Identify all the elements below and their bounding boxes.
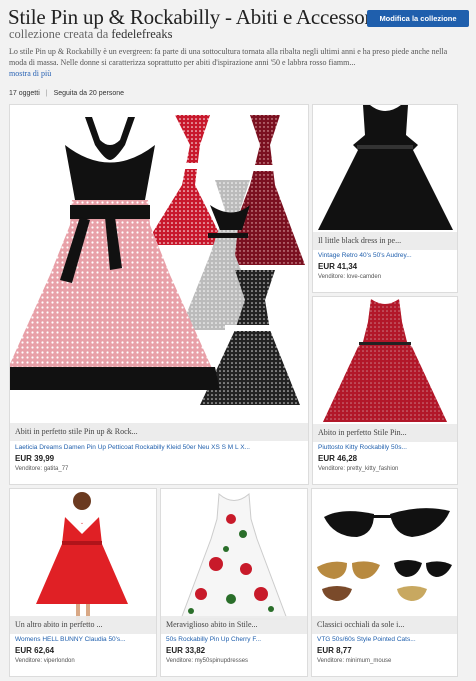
item-title-link[interactable]: Vintage Retro 40's 50's Audrey... — [318, 252, 452, 259]
item-seller: Venditore: pretty_kitty_fashion — [318, 466, 399, 472]
item-seller: Venditore: my50spinupdresses — [166, 658, 249, 664]
item-title-link[interactable]: Piuttosto Kitty Rockabilly 50s... — [318, 444, 452, 451]
item-image[interactable]: Abito in perfetto Stile Pin... — [313, 297, 457, 442]
item-image[interactable]: Il little black dress in pe... — [313, 105, 457, 250]
item-price: EUR 41,34 — [318, 262, 358, 271]
item-image[interactable]: Classici occhiali da sole i... — [312, 489, 457, 634]
item-caption: Abiti in perfetto stile Pin up & Rock... — [10, 423, 308, 441]
item-seller: Venditore: viperlondon — [15, 658, 75, 664]
edit-collection-button[interactable]: Modifica la collezione — [367, 10, 469, 27]
collection-subtitle: collezione creata da fedelefreaks — [9, 27, 172, 42]
collection-header: Stile Pin up & Rockabilly - Abiti e Acce… — [0, 0, 476, 110]
description-text: Lo stile Pin up & Rockabilly è un evergr… — [9, 47, 448, 67]
collection-description: Lo stile Pin up & Rockabilly è un evergr… — [9, 46, 464, 79]
item-image[interactable]: Meraviglioso abito in Stile... — [161, 489, 307, 634]
item-price: EUR 33,82 — [166, 646, 206, 655]
item-title-link[interactable]: Womens HELL BUNNY Claudia 50's... — [15, 636, 151, 643]
item-card[interactable]: Classici occhiali da sole i... VTG 50s/6… — [311, 488, 458, 677]
items-count: 17 oggetti — [9, 90, 40, 97]
item-price: EUR 39,99 — [15, 454, 55, 463]
item-card[interactable]: Meraviglioso abito in Stile... 50s Rocka… — [160, 488, 308, 677]
followers-count[interactable]: Seguita da 20 persone — [54, 90, 124, 97]
item-card[interactable]: Il little black dress in pe... Vintage R… — [312, 104, 458, 293]
item-title-link[interactable]: 50s Rockabilly Pin Up Cherry F... — [166, 636, 302, 643]
item-card[interactable]: Un altro abito in perfetto ... Womens HE… — [9, 488, 157, 677]
item-price: EUR 46,28 — [318, 454, 358, 463]
item-image[interactable]: Un altro abito in perfetto ... — [10, 489, 156, 634]
item-title-link[interactable]: Laeticia Dreams Damen Pin Up Petticoat R… — [15, 444, 303, 451]
item-price: EUR 8,77 — [317, 646, 352, 655]
item-card[interactable]: Abito in perfetto Stile Pin... Piuttosto… — [312, 296, 458, 485]
item-price: EUR 62,64 — [15, 646, 55, 655]
item-card[interactable]: Abiti in perfetto stile Pin up & Rock...… — [9, 104, 309, 485]
show-more-link[interactable]: mostra di più — [9, 69, 51, 78]
item-title-link[interactable]: VTG 50s/60s Style Pointed Cats... — [317, 636, 452, 643]
collection-meta: 17 oggetti | Seguita da 20 persone — [9, 90, 125, 97]
subtitle-prefix: collezione creata da — [9, 27, 109, 41]
item-seller: Venditore: minimum_mouse — [317, 658, 392, 664]
item-seller: Venditore: love-camden — [318, 274, 382, 280]
author-link[interactable]: fedelefreaks — [111, 27, 172, 41]
item-image[interactable]: Abiti in perfetto stile Pin up & Rock... — [10, 105, 308, 441]
item-seller: Venditore: gatita_77 — [15, 466, 69, 472]
